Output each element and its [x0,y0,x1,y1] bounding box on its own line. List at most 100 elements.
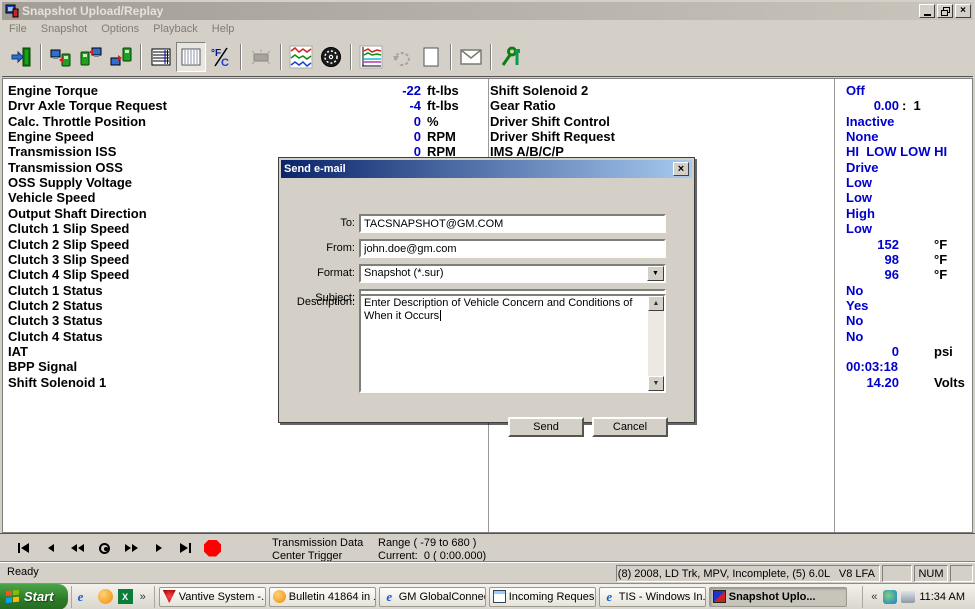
send-button[interactable]: Send [508,417,584,437]
menu-help[interactable]: Help [205,21,242,37]
bulletin-icon [273,590,286,603]
close-icon: × [678,164,684,175]
toolbar-separator [140,44,142,70]
format-label: Format: [281,267,355,279]
svg-text:C: C [221,57,229,68]
app-icon [5,4,19,18]
minimize-button[interactable] [919,4,935,18]
data-row: Engine Torque-22ft-lbsShift Solenoid 2Of… [3,83,972,98]
menu-file[interactable]: File [2,21,34,37]
close-button[interactable]: × [955,4,971,18]
window-titlebar[interactable]: Snapshot Upload/Replay × [2,2,973,20]
center-trigger-button[interactable] [91,538,118,558]
toolbar-separator [280,44,282,70]
last-frame-button[interactable] [172,538,199,558]
cancel-button-label: Cancel [613,421,647,433]
param-unit: ft-lbs [427,83,459,98]
textarea-scrollbar[interactable]: ▲ ▼ [648,296,664,391]
exit-icon[interactable] [6,42,36,72]
param-unit: RPM [427,129,456,144]
blank-page-icon[interactable] [416,42,446,72]
stop-record-button[interactable] [199,538,226,558]
fast-forward-button[interactable] [118,538,145,558]
cancel-button[interactable]: Cancel [592,417,668,437]
param-name: BPP Signal [8,359,77,374]
module-download-icon[interactable] [106,42,136,72]
param-value: Inactive [846,114,894,129]
rewind-button[interactable] [64,538,91,558]
start-label: Start [24,589,54,604]
chevron-down-icon[interactable]: ▼ [647,266,664,281]
first-frame-button[interactable] [10,538,37,558]
upload-snapshot-icon[interactable] [46,42,76,72]
minimize-icon [924,14,931,16]
play-button[interactable] [145,538,172,558]
param-unit: °F [934,267,947,282]
taskbar-task[interactable]: GM GlobalConnec... [379,587,486,607]
replay-icon [386,42,416,72]
send-email-icon[interactable] [456,42,486,72]
row-view-icon[interactable] [146,42,176,72]
from-input[interactable] [359,239,666,258]
send-email-dialog: Send e-mail × To: From: Format: Snapshot… [278,157,695,423]
strip-chart-icon[interactable] [286,42,316,72]
taskbar-task[interactable]: Incoming Reques... [489,587,596,607]
overflow-chevron-icon[interactable]: » [138,591,148,603]
window-title: Snapshot Upload/Replay [22,4,917,18]
scroll-up-icon[interactable]: ▲ [648,296,664,311]
taskbar-task[interactable]: TIS - Windows In... [599,587,706,607]
menu-options[interactable]: Options [94,21,146,37]
param-name: OSS Supply Voltage [8,175,132,190]
param-value: 98 [841,252,899,267]
svg-text:°F: °F [211,48,221,59]
task-label: Snapshot Uplo... [729,591,816,603]
from-label: From: [281,242,355,254]
system-tray: « 11:34 AM [862,586,973,608]
taskbar-task[interactable]: Bulletin 41864 in ... [269,587,376,607]
param-unit: % [427,114,439,129]
step-back-button[interactable] [37,538,64,558]
trigger-info: Transmission DataCenter Trigger [272,537,363,563]
ie-icon[interactable] [78,589,93,604]
task-label: TIS - Windows In... [619,591,705,603]
vehicle-info: (8) 2008, LD Trk, MPV, Incomplete, (5) 6… [618,568,875,580]
start-button[interactable]: Start [0,584,68,609]
param-unit: Volts [934,375,965,390]
stop-icon [204,540,221,557]
param-value: 96 [841,267,899,282]
to-input[interactable] [359,214,666,233]
param-value: Low [846,175,872,190]
ie-icon [603,590,616,603]
taskbar-task[interactable]: Snapshot Uplo... [709,587,847,607]
param-value: No [846,283,863,298]
param-value: Low [846,190,872,205]
param-value: 0 [333,129,421,144]
task-label: GM GlobalConnec... [399,591,485,603]
param-value: 152 [841,237,899,252]
status-panel [882,565,912,582]
hardware-tray-icon[interactable] [901,591,915,603]
dialog-close-button[interactable]: × [673,162,689,176]
restore-button[interactable] [937,4,953,18]
taskbar-task[interactable]: Vantive System -... [159,587,266,607]
param-value: High [846,206,875,221]
orange-app-icon[interactable] [98,589,113,604]
scroll-down-icon[interactable]: ▼ [648,376,664,391]
format-select[interactable]: Snapshot (*.sur) ▼ [359,264,666,283]
description-textarea[interactable]: Enter Description of Vehicle Concern and… [359,294,666,393]
gauge-view-icon[interactable] [316,42,346,72]
tray-chevron-icon[interactable]: « [869,591,879,603]
setup-tools-icon[interactable] [496,42,526,72]
status-bar: Ready (8) 2008, LD Trk, MPV, Incomplete,… [0,561,975,583]
column-view-icon[interactable] [176,42,206,72]
module-transfer-icon[interactable] [76,42,106,72]
param-name: Calc. Throttle Position [8,114,146,129]
network-tray-icon[interactable] [883,590,897,604]
line-graph-icon[interactable] [356,42,386,72]
temperature-units-icon[interactable]: °FC [206,42,236,72]
spreadsheet-icon[interactable] [118,589,133,604]
menu-snapshot[interactable]: Snapshot [34,21,94,37]
menu-playback[interactable]: Playback [146,21,205,37]
dialog-titlebar[interactable]: Send e-mail × [281,160,692,178]
close-icon: × [960,6,966,16]
